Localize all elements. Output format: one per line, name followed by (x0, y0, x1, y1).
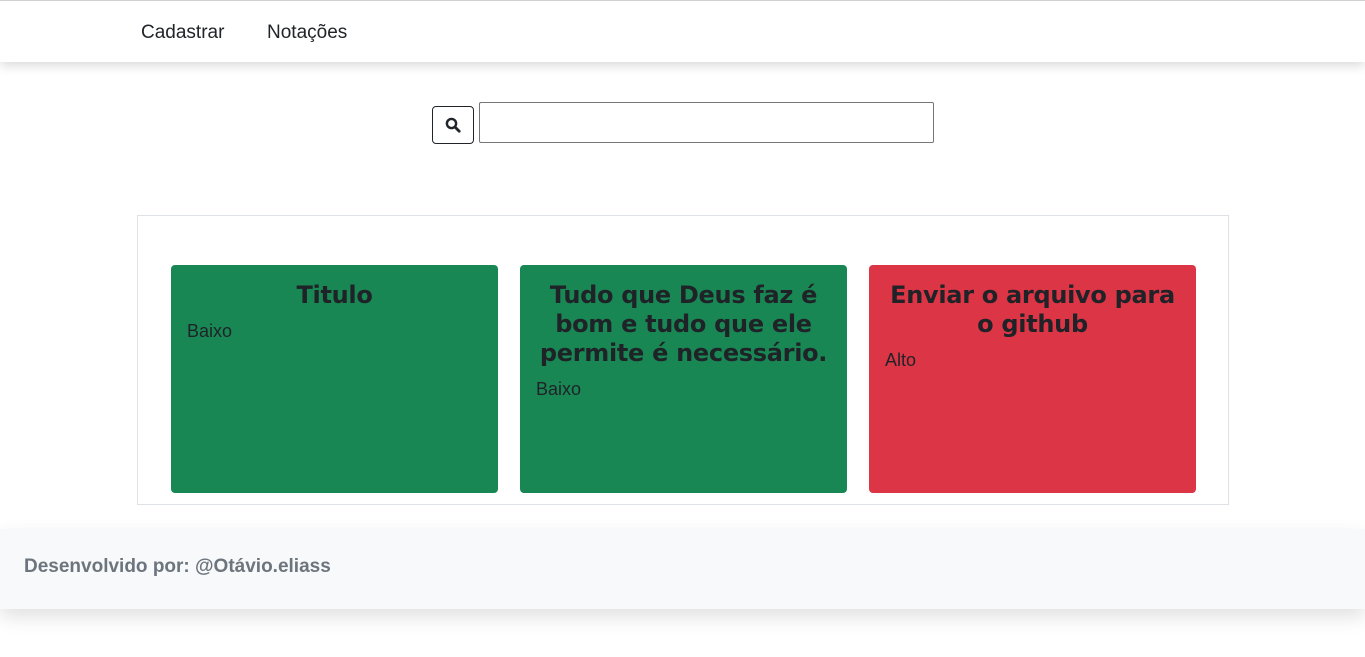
note-card[interactable]: Titulo Baixo (171, 265, 498, 493)
note-card[interactable]: Enviar o arquivo para o github Alto (869, 265, 1196, 493)
search-input[interactable] (479, 102, 934, 143)
note-priority: Baixo (187, 321, 233, 341)
notes-panel: Titulo Baixo Tudo que Deus faz é bom e t… (137, 215, 1229, 505)
note-card[interactable]: Tudo que Deus faz é bom e tudo que ele p… (520, 265, 847, 493)
note-priority: Alto (885, 350, 917, 370)
nav-link-notacoes[interactable]: Notações (267, 21, 347, 45)
footer-credit: Desenvolvido por: @Otávio.eliass (24, 556, 331, 577)
search-button[interactable] (432, 106, 474, 144)
note-title: Enviar o arquivo para o github (890, 281, 1175, 338)
footer: Desenvolvido por: @Otávio.eliass (0, 529, 1365, 609)
nav-link-cadastrar[interactable]: Cadastrar (141, 21, 224, 45)
note-title: Tudo que Deus faz é bom e tudo que ele p… (539, 281, 828, 367)
top-navbar: Cadastrar Notações (0, 0, 1365, 62)
search-icon (445, 117, 461, 133)
note-priority: Baixo (536, 379, 582, 399)
note-title: Titulo (296, 281, 373, 309)
